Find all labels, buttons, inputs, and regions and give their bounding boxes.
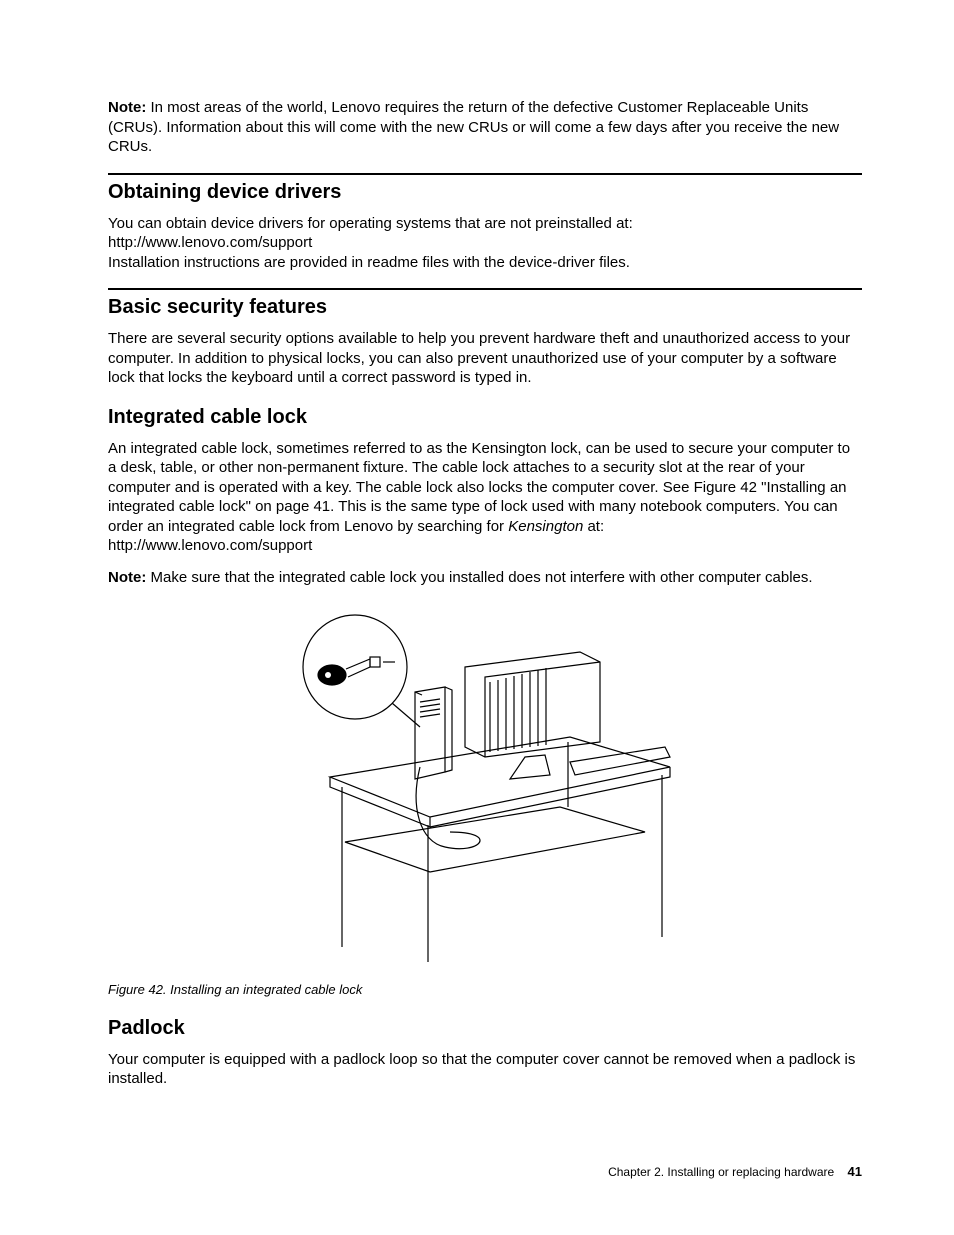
drivers-url: http://www.lenovo.com/support <box>108 233 862 253</box>
note-cru: Note: In most areas of the world, Lenovo… <box>108 98 862 157</box>
drivers-text-2: Installation instructions are provided i… <box>108 254 630 271</box>
heading-padlock: Padlock <box>108 1017 862 1040</box>
cablelock-paragraph-1: An integrated cable lock, sometimes refe… <box>108 439 862 556</box>
cablelock-url: http://www.lenovo.com/support <box>108 536 862 556</box>
section-rule <box>108 288 862 290</box>
note-label: Note: <box>108 99 146 116</box>
figure-cable-lock <box>108 607 862 972</box>
section-rule <box>108 173 862 175</box>
cablelock-note-text: Make sure that the integrated cable lock… <box>146 569 812 586</box>
page: Note: In most areas of the world, Lenovo… <box>0 0 954 1235</box>
heading-obtaining-drivers: Obtaining device drivers <box>108 181 862 204</box>
footer-chapter: Chapter 2. Installing or replacing hardw… <box>608 1165 834 1179</box>
figure-illustration <box>270 607 700 967</box>
footer-page-number: 41 <box>848 1164 862 1179</box>
note-label: Note: <box>108 569 146 586</box>
drivers-paragraph: You can obtain device drivers for operat… <box>108 214 862 273</box>
heading-basic-security: Basic security features <box>108 296 862 319</box>
note-text: In most areas of the world, Lenovo requi… <box>108 99 839 155</box>
cablelock-text-b: at: <box>583 518 604 535</box>
cablelock-note: Note: Make sure that the integrated cabl… <box>108 568 862 588</box>
padlock-paragraph: Your computer is equipped with a padlock… <box>108 1050 862 1089</box>
drivers-text-1: You can obtain device drivers for operat… <box>108 215 633 232</box>
figure-caption: Figure 42. Installing an integrated cabl… <box>108 982 862 999</box>
cablelock-italic-kensington: Kensington <box>508 518 583 535</box>
security-paragraph: There are several security options avail… <box>108 329 862 388</box>
cablelock-text-a: An integrated cable lock, sometimes refe… <box>108 440 850 535</box>
page-footer: Chapter 2. Installing or replacing hardw… <box>608 1164 862 1179</box>
heading-integrated-cable-lock: Integrated cable lock <box>108 406 862 429</box>
